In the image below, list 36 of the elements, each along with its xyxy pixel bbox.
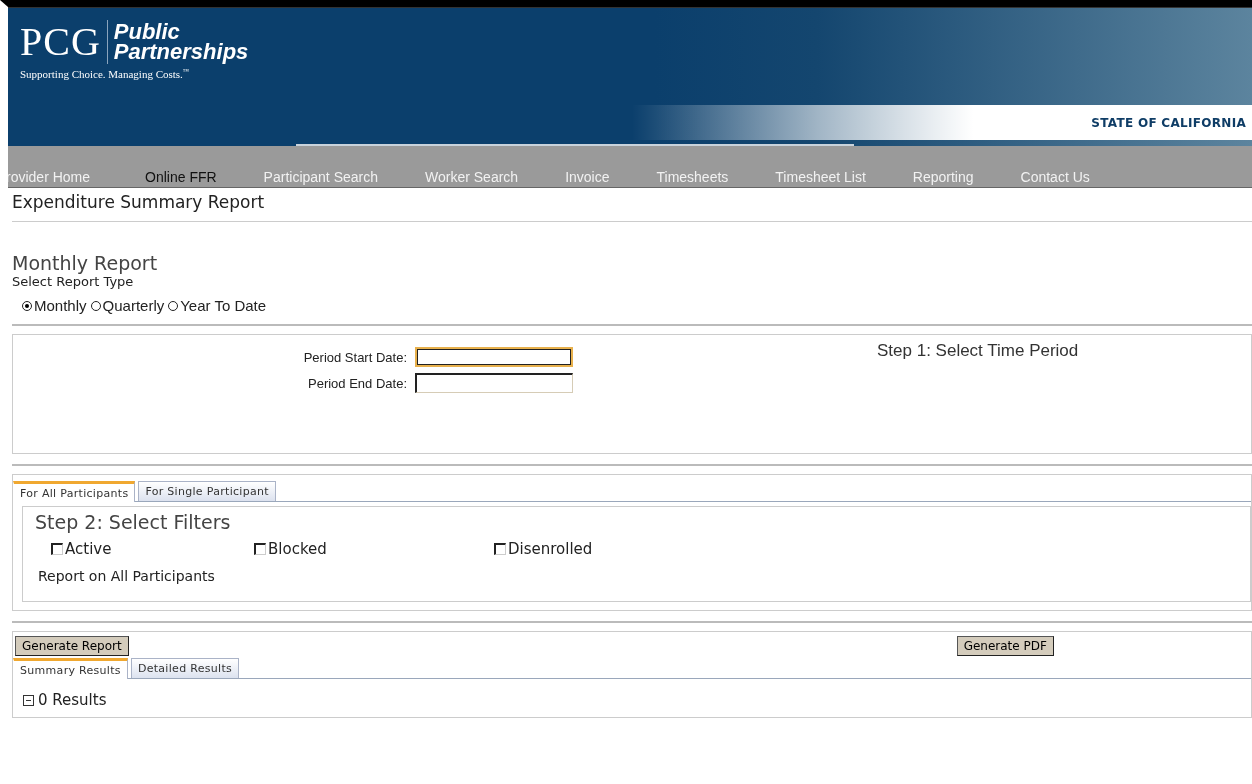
field-label: Period Start Date: (303, 349, 407, 365)
radio-label[interactable]: Quarterly (102, 297, 165, 314)
radio-button[interactable] (22, 300, 32, 311)
logo-tagline: Supporting Choice. Managing Costs. (20, 68, 183, 80)
report-type-label: Select Report Type (12, 274, 135, 289)
checkbox-label[interactable]: Blocked (268, 540, 327, 558)
checkbox[interactable] (51, 543, 63, 555)
date-field[interactable] (415, 347, 573, 367)
state-label: STATE OF CALIFORNIA (1091, 115, 1246, 130)
checkbox[interactable] (254, 543, 266, 555)
collapse-icon[interactable] (23, 694, 34, 706)
step-title: Step 1: Select Time Period (877, 341, 1079, 362)
logo-name: Public (113, 22, 180, 42)
report-heading: Monthly Report (12, 252, 159, 274)
checkbox-label[interactable]: Active (65, 540, 112, 558)
checkbox-label[interactable]: Disenrolled (508, 540, 593, 558)
tab[interactable]: Detailed Results (130, 658, 240, 678)
filter-note: Report on All Participants (38, 568, 216, 584)
generate-pdf-button[interactable]: Generate PDF (956, 636, 1054, 656)
radio-label[interactable]: Year To Date (180, 297, 267, 314)
generate-report-button[interactable]: Generate Report (15, 636, 129, 656)
tab[interactable]: For All Participants (13, 481, 136, 502)
results-count: 0 Results (38, 691, 107, 709)
logo-mark: PCG (20, 20, 108, 64)
radio-label[interactable]: Monthly (34, 297, 87, 314)
step-title: Step 2: Select Filters (35, 511, 232, 533)
date-field[interactable] (415, 373, 573, 393)
checkbox[interactable] (494, 543, 506, 555)
nav-link[interactable]: Online FFR (145, 169, 217, 186)
tab[interactable]: Summary Results (13, 658, 128, 679)
tab[interactable]: For Single Participant (138, 481, 276, 501)
field-label: Period End Date: (308, 375, 407, 391)
radio-button[interactable] (90, 300, 101, 311)
radio-button[interactable] (168, 300, 179, 311)
page-title: Expenditure Summary Report (12, 191, 266, 214)
logo-name: Partnerships (113, 42, 249, 62)
